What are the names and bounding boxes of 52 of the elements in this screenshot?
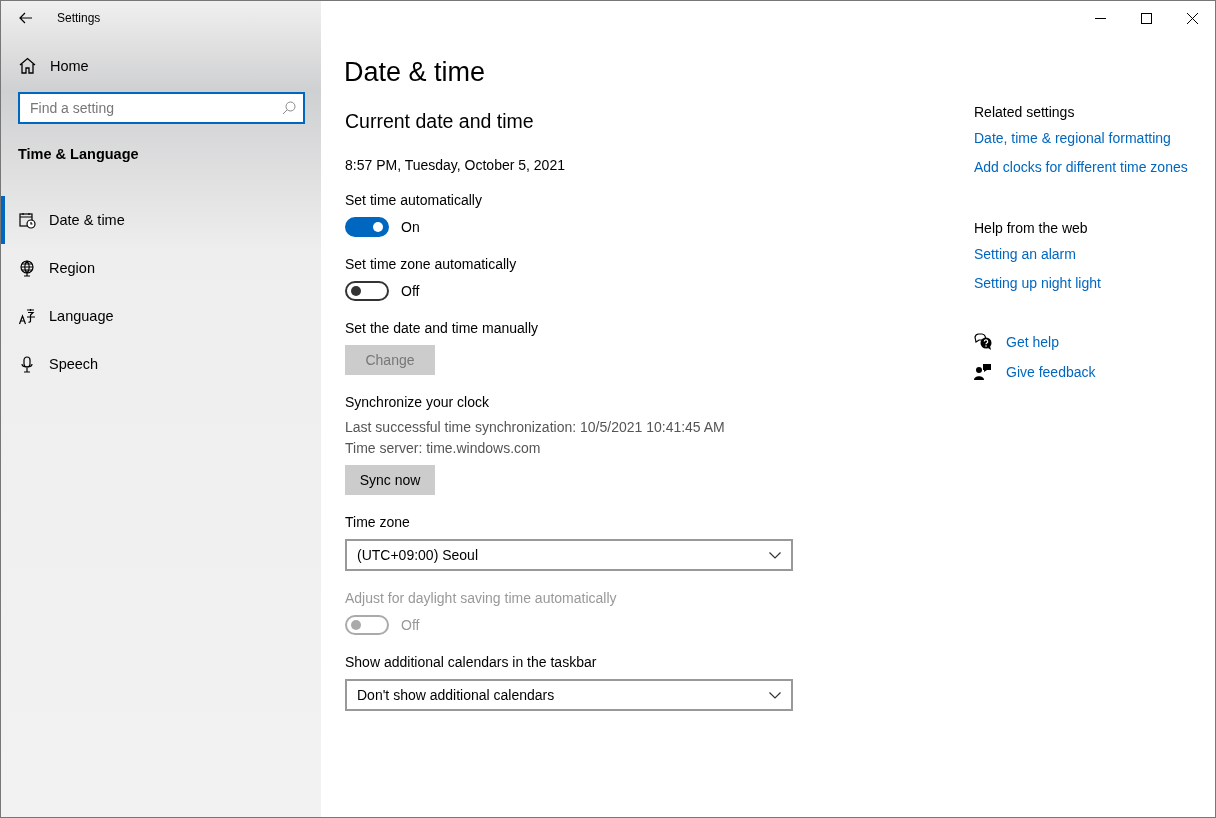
setting-label: Set time automatically: [345, 192, 483, 208]
section-heading: Time & Language: [18, 146, 140, 162]
sync-info-text: Last successful time synchronization: 10/5/2021 10:41:45 AM: [345, 419, 726, 435]
page-title: Date & time: [344, 57, 487, 88]
link[interactable]: Setting an alarm: [974, 246, 1076, 262]
window-title: Settings: [57, 11, 101, 25]
link[interactable]: Get help: [1006, 334, 1059, 350]
action-button[interactable]: Sync now: [345, 465, 435, 495]
current-date-time: 8:57 PM, Tuesday, October 5, 2021: [345, 157, 566, 173]
chevron-down-icon: [769, 551, 781, 559]
setting-label: Adjust for daylight saving time automatically: [345, 590, 618, 606]
back-arrow-icon: [19, 12, 33, 24]
maximize-icon: [1140, 12, 1152, 24]
toggle-switch[interactable]: [345, 281, 389, 301]
chevron-down-icon: [769, 691, 781, 699]
setting-label: Time zone: [345, 514, 411, 530]
dropdown-value: (UTC+09:00) Seoul: [357, 547, 478, 563]
sync-info-text: Time server: time.windows.com: [345, 440, 542, 456]
person-speech-icon: [974, 363, 992, 381]
search-field[interactable]: Find a setting: [18, 92, 305, 124]
globe-icon: [19, 259, 36, 277]
toggle-state-label: Off: [401, 283, 420, 299]
close-icon: [1186, 12, 1198, 24]
link[interactable]: Give feedback: [1006, 364, 1096, 380]
link[interactable]: Setting up night light: [974, 275, 1101, 291]
toggle-switch[interactable]: [345, 217, 389, 237]
setting-label: Set time zone automatically: [345, 256, 518, 272]
link[interactable]: Date, time & regional formatting: [974, 130, 1171, 146]
dropdown[interactable]: (UTC+09:00) Seoul: [345, 539, 793, 571]
calendar-clock-icon: [19, 211, 36, 229]
back-button[interactable]: [17, 10, 35, 26]
sidebar-item[interactable]: Region: [1, 244, 321, 292]
aside-heading: Help from the web: [974, 220, 1089, 236]
search-icon: [282, 101, 296, 115]
link[interactable]: Add clocks for different time zones: [974, 159, 1188, 175]
language-icon: [19, 307, 36, 325]
home-nav-item[interactable]: Home: [19, 57, 89, 74]
microphone-icon: [19, 355, 36, 373]
setting-label: Set the date and time manually: [345, 320, 539, 336]
home-icon: [19, 57, 36, 74]
aside-heading: Related settings: [974, 104, 1076, 120]
section-heading: Current date and time: [345, 110, 535, 133]
sidebar-item[interactable]: Speech: [1, 340, 321, 388]
sidebar-item[interactable]: Date & time: [1, 196, 321, 244]
toggle-state-label: On: [401, 219, 420, 235]
sidebar-item[interactable]: Language: [1, 292, 321, 340]
speech-bubbles-question-icon: [974, 333, 992, 351]
dropdown-value: Don't show additional calendars: [357, 687, 555, 703]
toggle-state-label: Off: [401, 617, 420, 633]
setting-label: Synchronize your clock: [345, 394, 490, 410]
setting-label: Show additional calendars in the taskbar: [345, 654, 598, 670]
dropdown[interactable]: Don't show additional calendars: [345, 679, 793, 711]
